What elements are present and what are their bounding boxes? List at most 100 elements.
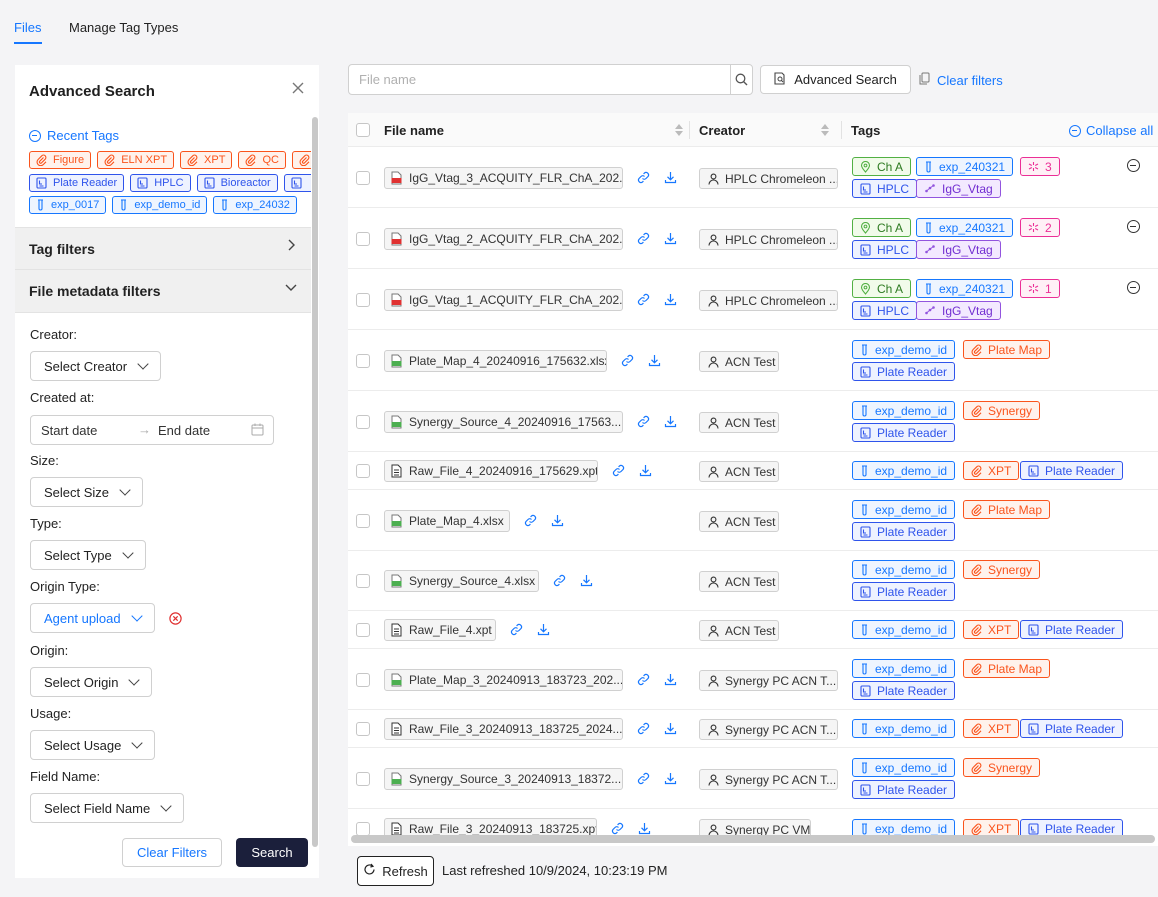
recent-tag-plate-reader[interactable]: Plate Reader [29, 174, 125, 192]
row-checkbox[interactable] [356, 722, 370, 736]
column-header-creator[interactable]: Creator [699, 123, 745, 138]
tag-exp-demo-id[interactable]: exp_demo_id [852, 659, 956, 678]
download-icon[interactable] [664, 232, 678, 246]
clear-filters-link[interactable]: Clear filters [919, 72, 1003, 88]
download-icon[interactable] [638, 822, 652, 836]
end-date-input[interactable]: End date [158, 423, 210, 438]
link-icon[interactable] [611, 822, 625, 836]
tag-synergy[interactable]: Synergy [963, 758, 1041, 777]
usage-select[interactable]: Select Usage [30, 730, 156, 760]
tag-igg-vtag[interactable]: IgG_Vtag [916, 179, 1001, 198]
tag-exp-demo-id[interactable]: exp_demo_id [852, 500, 956, 519]
link-icon[interactable] [637, 171, 651, 185]
tag-plate-reader[interactable]: Plate Reader [852, 362, 956, 381]
recent-tag-eln-xpt[interactable]: ELN XPT [97, 151, 175, 169]
table-row[interactable]: Raw_File_4.xpt ACN Test exp_demo_id XPT Plat… [348, 611, 1158, 649]
tag-filters-section[interactable]: Tag filters [15, 227, 311, 269]
download-icon[interactable] [664, 772, 678, 786]
recent-tag-exp-0017[interactable]: exp_0017 [29, 196, 107, 214]
file-name-pill[interactable]: IgG_Vtag_3_ACQUITY_FLR_ChA_202... [384, 167, 623, 189]
row-checkbox[interactable] [356, 772, 370, 786]
file-name-pill[interactable]: Plate_Map_4.xlsx [384, 510, 510, 532]
table-row[interactable]: Synergy_Source_3_20240913_18372... Synerg… [348, 748, 1158, 809]
tag-exp-demo-id[interactable]: exp_demo_id [852, 461, 956, 480]
row-checkbox[interactable] [356, 171, 370, 185]
tag-plate-reader[interactable]: Plate Reader [852, 681, 956, 700]
link-icon[interactable] [637, 673, 651, 687]
file-name-pill[interactable]: Synergy_Source_3_20240913_18372... [384, 768, 623, 790]
row-checkbox[interactable] [356, 514, 370, 528]
recent-tag-hplc[interactable]: HPLC [130, 174, 191, 192]
file-name-pill[interactable]: Synergy_Source_4.xlsx [384, 570, 539, 592]
row-checkbox[interactable] [356, 673, 370, 687]
tag-plate-reader[interactable]: Plate Reader [1020, 461, 1124, 480]
tag-hplc[interactable]: HPLC [852, 301, 918, 320]
advanced-search-button[interactable]: Advanced Search [760, 65, 911, 94]
table-row[interactable]: IgG_Vtag_2_ACQUITY_FLR_ChA_202... HPLC Ch… [348, 208, 1158, 269]
tag-xpt[interactable]: XPT [963, 719, 1020, 738]
file-name-pill[interactable]: IgG_Vtag_2_ACQUITY_FLR_ChA_202... [384, 228, 623, 250]
tag-exp-240321[interactable]: exp_240321 [916, 279, 1014, 298]
type-select[interactable]: Select Type [30, 540, 146, 570]
tag-exp-240321[interactable]: exp_240321 [916, 218, 1014, 237]
link-icon[interactable] [637, 293, 651, 307]
origin-select[interactable]: Select Origin [30, 667, 153, 697]
recent-tags-toggle[interactable]: Recent Tags [29, 128, 119, 143]
tag-igg-vtag[interactable]: IgG_Vtag [916, 301, 1001, 320]
download-icon[interactable] [537, 623, 551, 637]
collapse-row-icon[interactable] [1127, 220, 1140, 233]
row-checkbox[interactable] [356, 574, 370, 588]
tag-plate-reader[interactable]: Plate Reader [852, 423, 956, 442]
tag-exp-demo-id[interactable]: exp_demo_id [852, 340, 956, 359]
download-icon[interactable] [664, 415, 678, 429]
recent-tag-exp-24032[interactable]: exp_24032 [213, 196, 297, 214]
link-icon[interactable] [637, 722, 651, 736]
tag-igg-vtag[interactable]: IgG_Vtag [916, 240, 1001, 259]
row-checkbox[interactable] [356, 464, 370, 478]
search-icon[interactable] [730, 64, 753, 95]
sidebar-scrollbar[interactable] [312, 117, 318, 847]
collapse-row-icon[interactable] [1127, 159, 1140, 172]
tag-3[interactable]: 3 [1020, 157, 1060, 176]
download-icon[interactable] [580, 574, 594, 588]
tag-synergy[interactable]: Synergy [963, 560, 1041, 579]
tab-files[interactable]: Files [14, 20, 41, 35]
download-icon[interactable] [664, 722, 678, 736]
tag-plate-map[interactable]: Plate Map [963, 659, 1051, 678]
table-row[interactable]: Plate_Map_4_20240916_175632.xlsx ACN Test… [348, 330, 1158, 391]
horizontal-scrollbar[interactable] [351, 835, 1155, 843]
refresh-button[interactable]: Refresh [357, 856, 434, 886]
tag-exp-demo-id[interactable]: exp_demo_id [852, 758, 956, 777]
file-name-pill[interactable]: Raw_File_3_20240913_183725_2024... [384, 718, 623, 740]
link-icon[interactable] [510, 623, 524, 637]
size-select[interactable]: Select Size [30, 477, 144, 507]
recent-tag-figure[interactable]: Figure [29, 151, 92, 169]
tag-plate-reader[interactable]: Plate Reader [852, 780, 956, 799]
tag-ch-a[interactable]: Ch A [852, 157, 912, 176]
row-checkbox[interactable] [356, 232, 370, 246]
recent-tag-truncated[interactable] [291, 151, 311, 169]
recent-tag-qc[interactable]: QC [238, 151, 286, 169]
file-name-pill[interactable]: Raw_File_4.xpt [384, 619, 496, 641]
file-name-pill[interactable]: Plate_Map_4_20240916_175632.xlsx [384, 350, 607, 372]
row-checkbox[interactable] [356, 293, 370, 307]
sort-icon[interactable] [821, 124, 829, 136]
clear-origin-type-icon[interactable] [169, 612, 182, 625]
download-icon[interactable] [664, 673, 678, 687]
table-row[interactable]: Raw_File_4_20240916_175629.xpt ACN Test ex… [348, 452, 1158, 490]
table-row[interactable]: IgG_Vtag_1_ACQUITY_FLR_ChA_202... HPLC Ch… [348, 269, 1158, 330]
tag-xpt[interactable]: XPT [963, 461, 1020, 480]
row-checkbox[interactable] [356, 415, 370, 429]
tag-plate-reader[interactable]: Plate Reader [1020, 719, 1124, 738]
recent-tag-xpt[interactable]: XPT [180, 151, 233, 169]
tag-plate-reader[interactable]: Plate Reader [852, 522, 956, 541]
origin-type-select[interactable]: Agent upload [30, 603, 155, 633]
download-icon[interactable] [648, 354, 662, 368]
tag-plate-reader[interactable]: Plate Reader [852, 582, 956, 601]
row-checkbox[interactable] [356, 354, 370, 368]
link-icon[interactable] [612, 464, 626, 478]
row-checkbox[interactable] [356, 822, 370, 836]
download-icon[interactable] [551, 514, 565, 528]
start-date-input[interactable]: Start date [41, 423, 97, 438]
file-name-pill[interactable]: Plate_Map_3_20240913_183723_202... [384, 669, 623, 691]
